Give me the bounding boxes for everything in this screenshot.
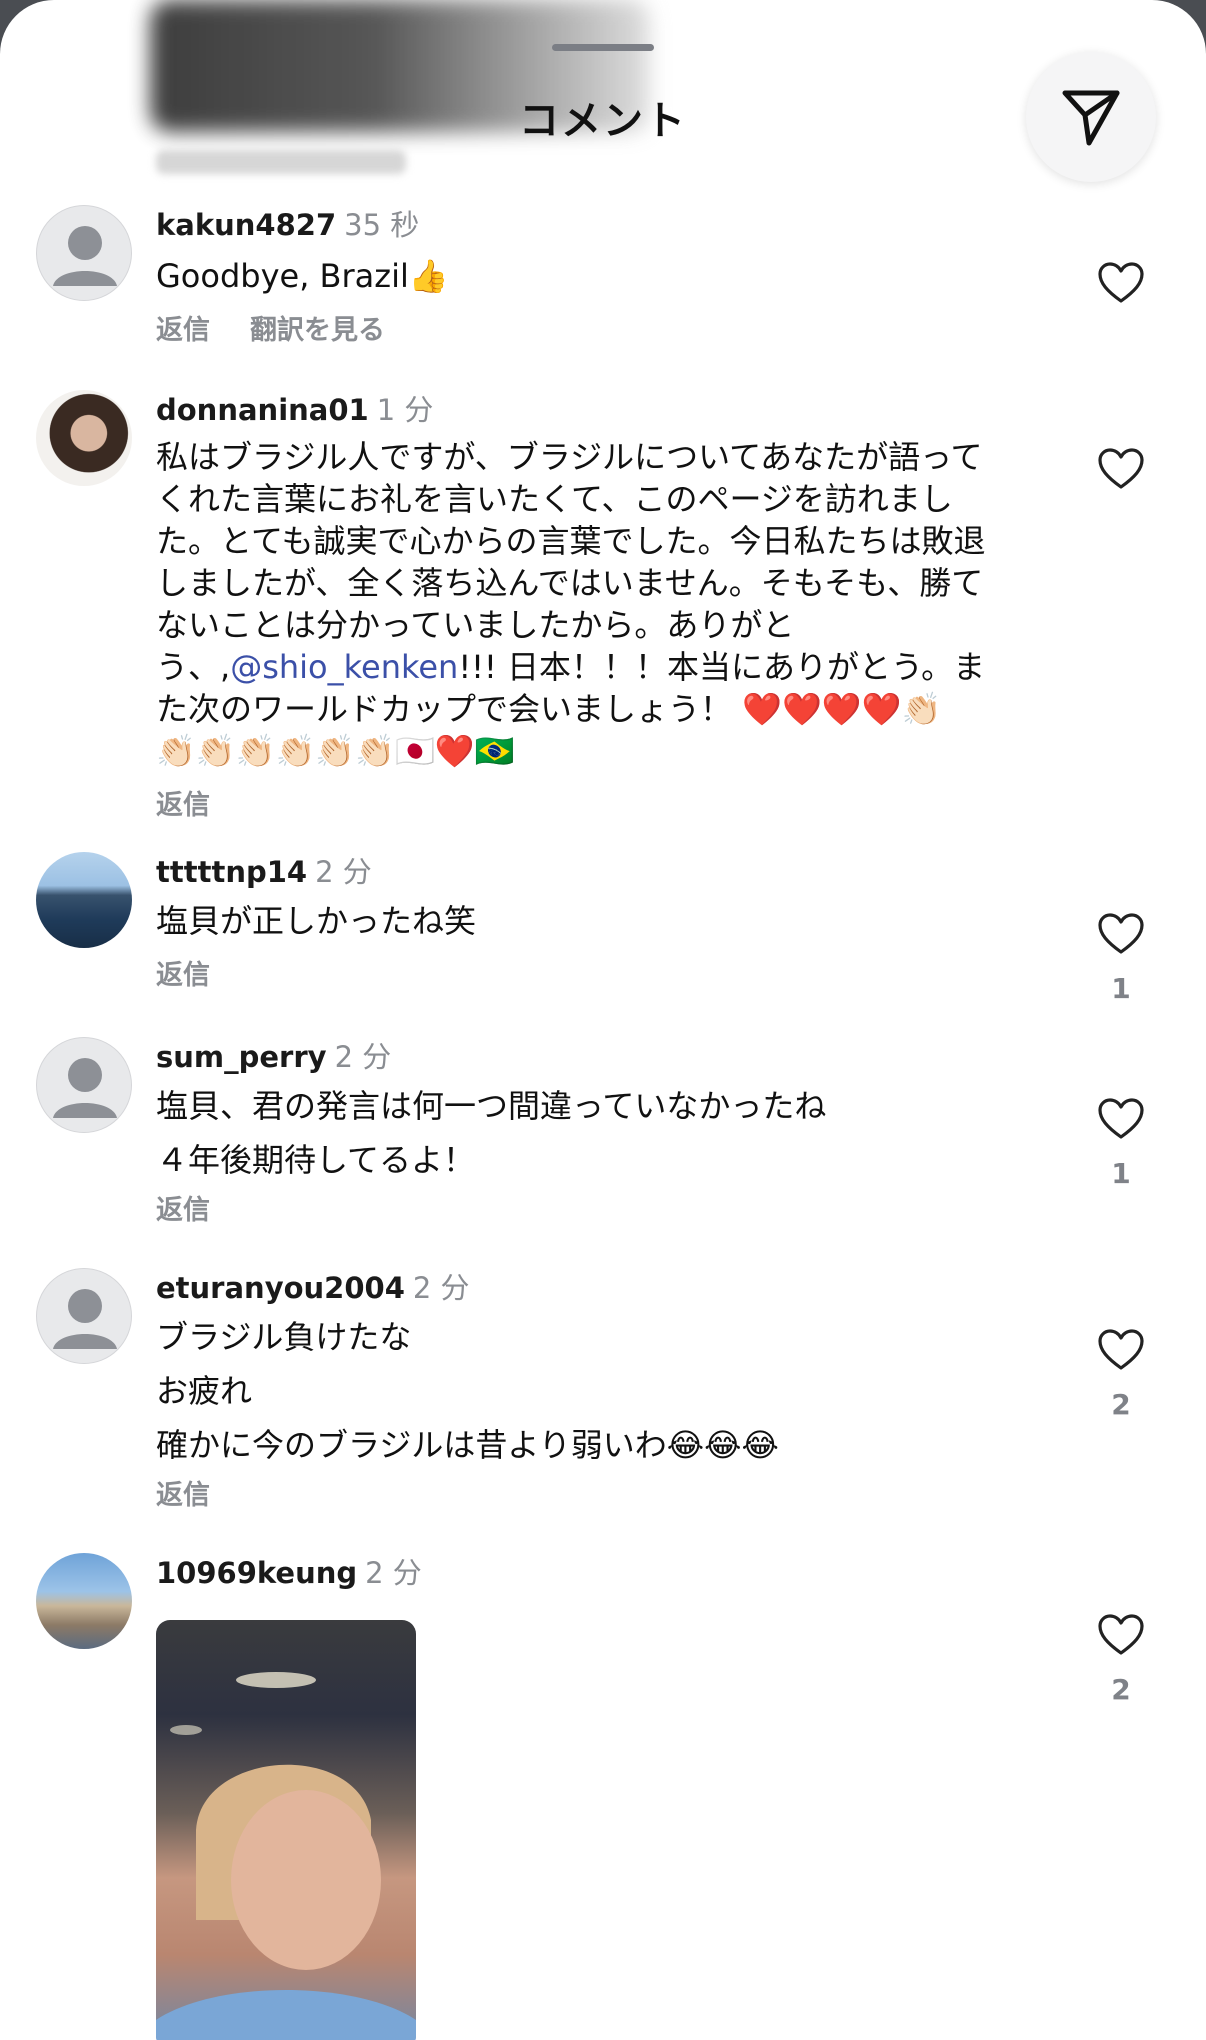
avatar[interactable] [36,390,132,486]
comment-text: Goodbye, Brazil👍 [156,255,1036,297]
heart-outline-icon [1098,1614,1144,1655]
reply-button[interactable]: 返信 [156,1480,210,1511]
comment-meta: kakun4827 35 秒 [156,205,1036,245]
reply-button[interactable]: 返信 [156,790,210,821]
timestamp: 2 分 [315,855,372,889]
comment-actions: 返信 [156,958,1036,994]
comment-text: 塩貝が正しかったね笑 [156,900,1036,942]
heart-outline-icon [1098,448,1144,489]
avatar[interactable] [36,1553,132,1649]
comments-sheet: コメント kakun4827 35 秒 Goodbye, Brazil👍 返信 翻訳… [0,0,1206,2040]
comment-actions: 返信 翻訳を見る [156,313,1036,349]
heart-outline-icon [1098,1098,1144,1139]
comment-line: Goodbye, Brazil👍 [156,257,449,295]
comment-text-fragment: う、, [156,648,231,686]
drag-handle[interactable] [552,44,654,51]
comment-line: ブラジル負けたな [156,1318,412,1356]
heart-outline-icon [1098,262,1144,303]
like-count: 2 [1111,1673,1131,1706]
default-avatar-icon[interactable] [36,1268,132,1364]
mention-link[interactable]: @shio_kenken [230,648,458,686]
translate-button[interactable]: 翻訳を見る [250,315,385,346]
default-avatar-icon[interactable] [36,1037,132,1133]
comment-line: しましたが、全く落ち込んではいません。そもそも、勝て [156,564,984,602]
like-button[interactable]: 1 [1096,1097,1146,1190]
username[interactable]: kakun4827 [156,208,336,242]
comment-line: ないことは分かっていましたから。ありがと [156,606,795,644]
timestamp: 2 分 [365,1556,422,1590]
comment-line: くれた言葉にお礼を言いたくて、このページを訪れまし [156,480,953,518]
like-button[interactable]: 1 [1096,912,1146,1005]
comment-meta: sum_perry 2 分 [156,1037,1036,1077]
comment-meta: eturanyou2004 2 分 [156,1268,1036,1308]
heart-outline-icon [1098,913,1144,954]
comment-line: た。とても誠実で心からの言葉でした。今日私たちは敗退 [156,522,986,560]
comment-actions: 返信 [156,788,1036,824]
username[interactable]: eturanyou2004 [156,1271,405,1305]
reply-button[interactable]: 返信 [156,960,210,991]
send-icon [1062,90,1120,146]
send-button[interactable] [1026,52,1156,182]
reply-button[interactable]: 返信 [156,1195,210,1226]
comment-text: ブラジル負けたな お疲れ 確かに今のブラジルは昔より弱いわ😂😂😂 [156,1310,1036,1472]
comment-line: 👏🏻👏🏻👏🏻👏🏻👏🏻👏🏻🇯🇵❤️🇧🇷 [156,732,515,770]
timestamp: 2 分 [412,1271,470,1305]
comment-text: 塩貝、君の発言は何一つ間違っていなかったね ４年後期待してるよ！ [156,1079,1036,1187]
like-count: 1 [1111,1157,1131,1190]
default-avatar-icon[interactable] [36,205,132,301]
timestamp: 35 秒 [344,208,420,242]
comment-line: 確かに今のブラジルは昔より弱いわ😂😂😂 [156,1426,779,1464]
comment-line: た次のワールドカップで会いましょう！ ❤️❤️❤️❤️👏🏻 [156,690,942,728]
avatar[interactable] [36,852,132,948]
comment-line: 私はブラジル人ですが、ブラジルについてあなたが語って [156,438,983,476]
like-button[interactable] [1096,261,1146,305]
comment-image[interactable] [156,1620,416,2040]
timestamp: 1 分 [376,393,434,427]
username[interactable]: tttttnp14 [156,855,307,889]
like-button[interactable] [1096,447,1146,491]
like-button[interactable]: 2 [1096,1328,1146,1421]
comment-text: 私はブラジル人ですが、ブラジルについてあなたが語って くれた言葉にお礼を言いたく… [156,436,1036,772]
username[interactable]: donnanina01 [156,393,369,427]
comment-meta: 10969keung 2 分 [156,1553,1036,1593]
comment-line: ４年後期待してるよ！ [156,1141,476,1179]
timestamp: 2 分 [334,1040,392,1074]
username[interactable]: 10969keung [156,1556,357,1590]
reply-button[interactable]: 返信 [156,315,210,346]
like-button[interactable]: 2 [1096,1613,1146,1706]
comment-line: 塩貝、君の発言は何一つ間違っていなかったね [156,1087,827,1125]
comment-line: お疲れ [156,1372,253,1410]
heart-outline-icon [1098,1329,1144,1370]
comment-line: 塩貝が正しかったね笑 [156,902,477,940]
like-count: 2 [1111,1388,1131,1421]
comment-actions: 返信 [156,1478,1036,1514]
comment-text-fragment: !!! 日本！！！本当にありがとう。ま [458,648,986,686]
username[interactable]: sum_perry [156,1040,327,1074]
comment-meta: donnanina01 1 分 [156,390,1036,430]
blurred-previous-actions [156,150,406,174]
like-count: 1 [1111,972,1131,1005]
comment-actions: 返信 [156,1193,1036,1229]
comment-line: う、,@shio_kenken!!! 日本！！！本当にありがとう。ま [156,646,1036,688]
comment-meta: tttttnp14 2 分 [156,852,1036,892]
